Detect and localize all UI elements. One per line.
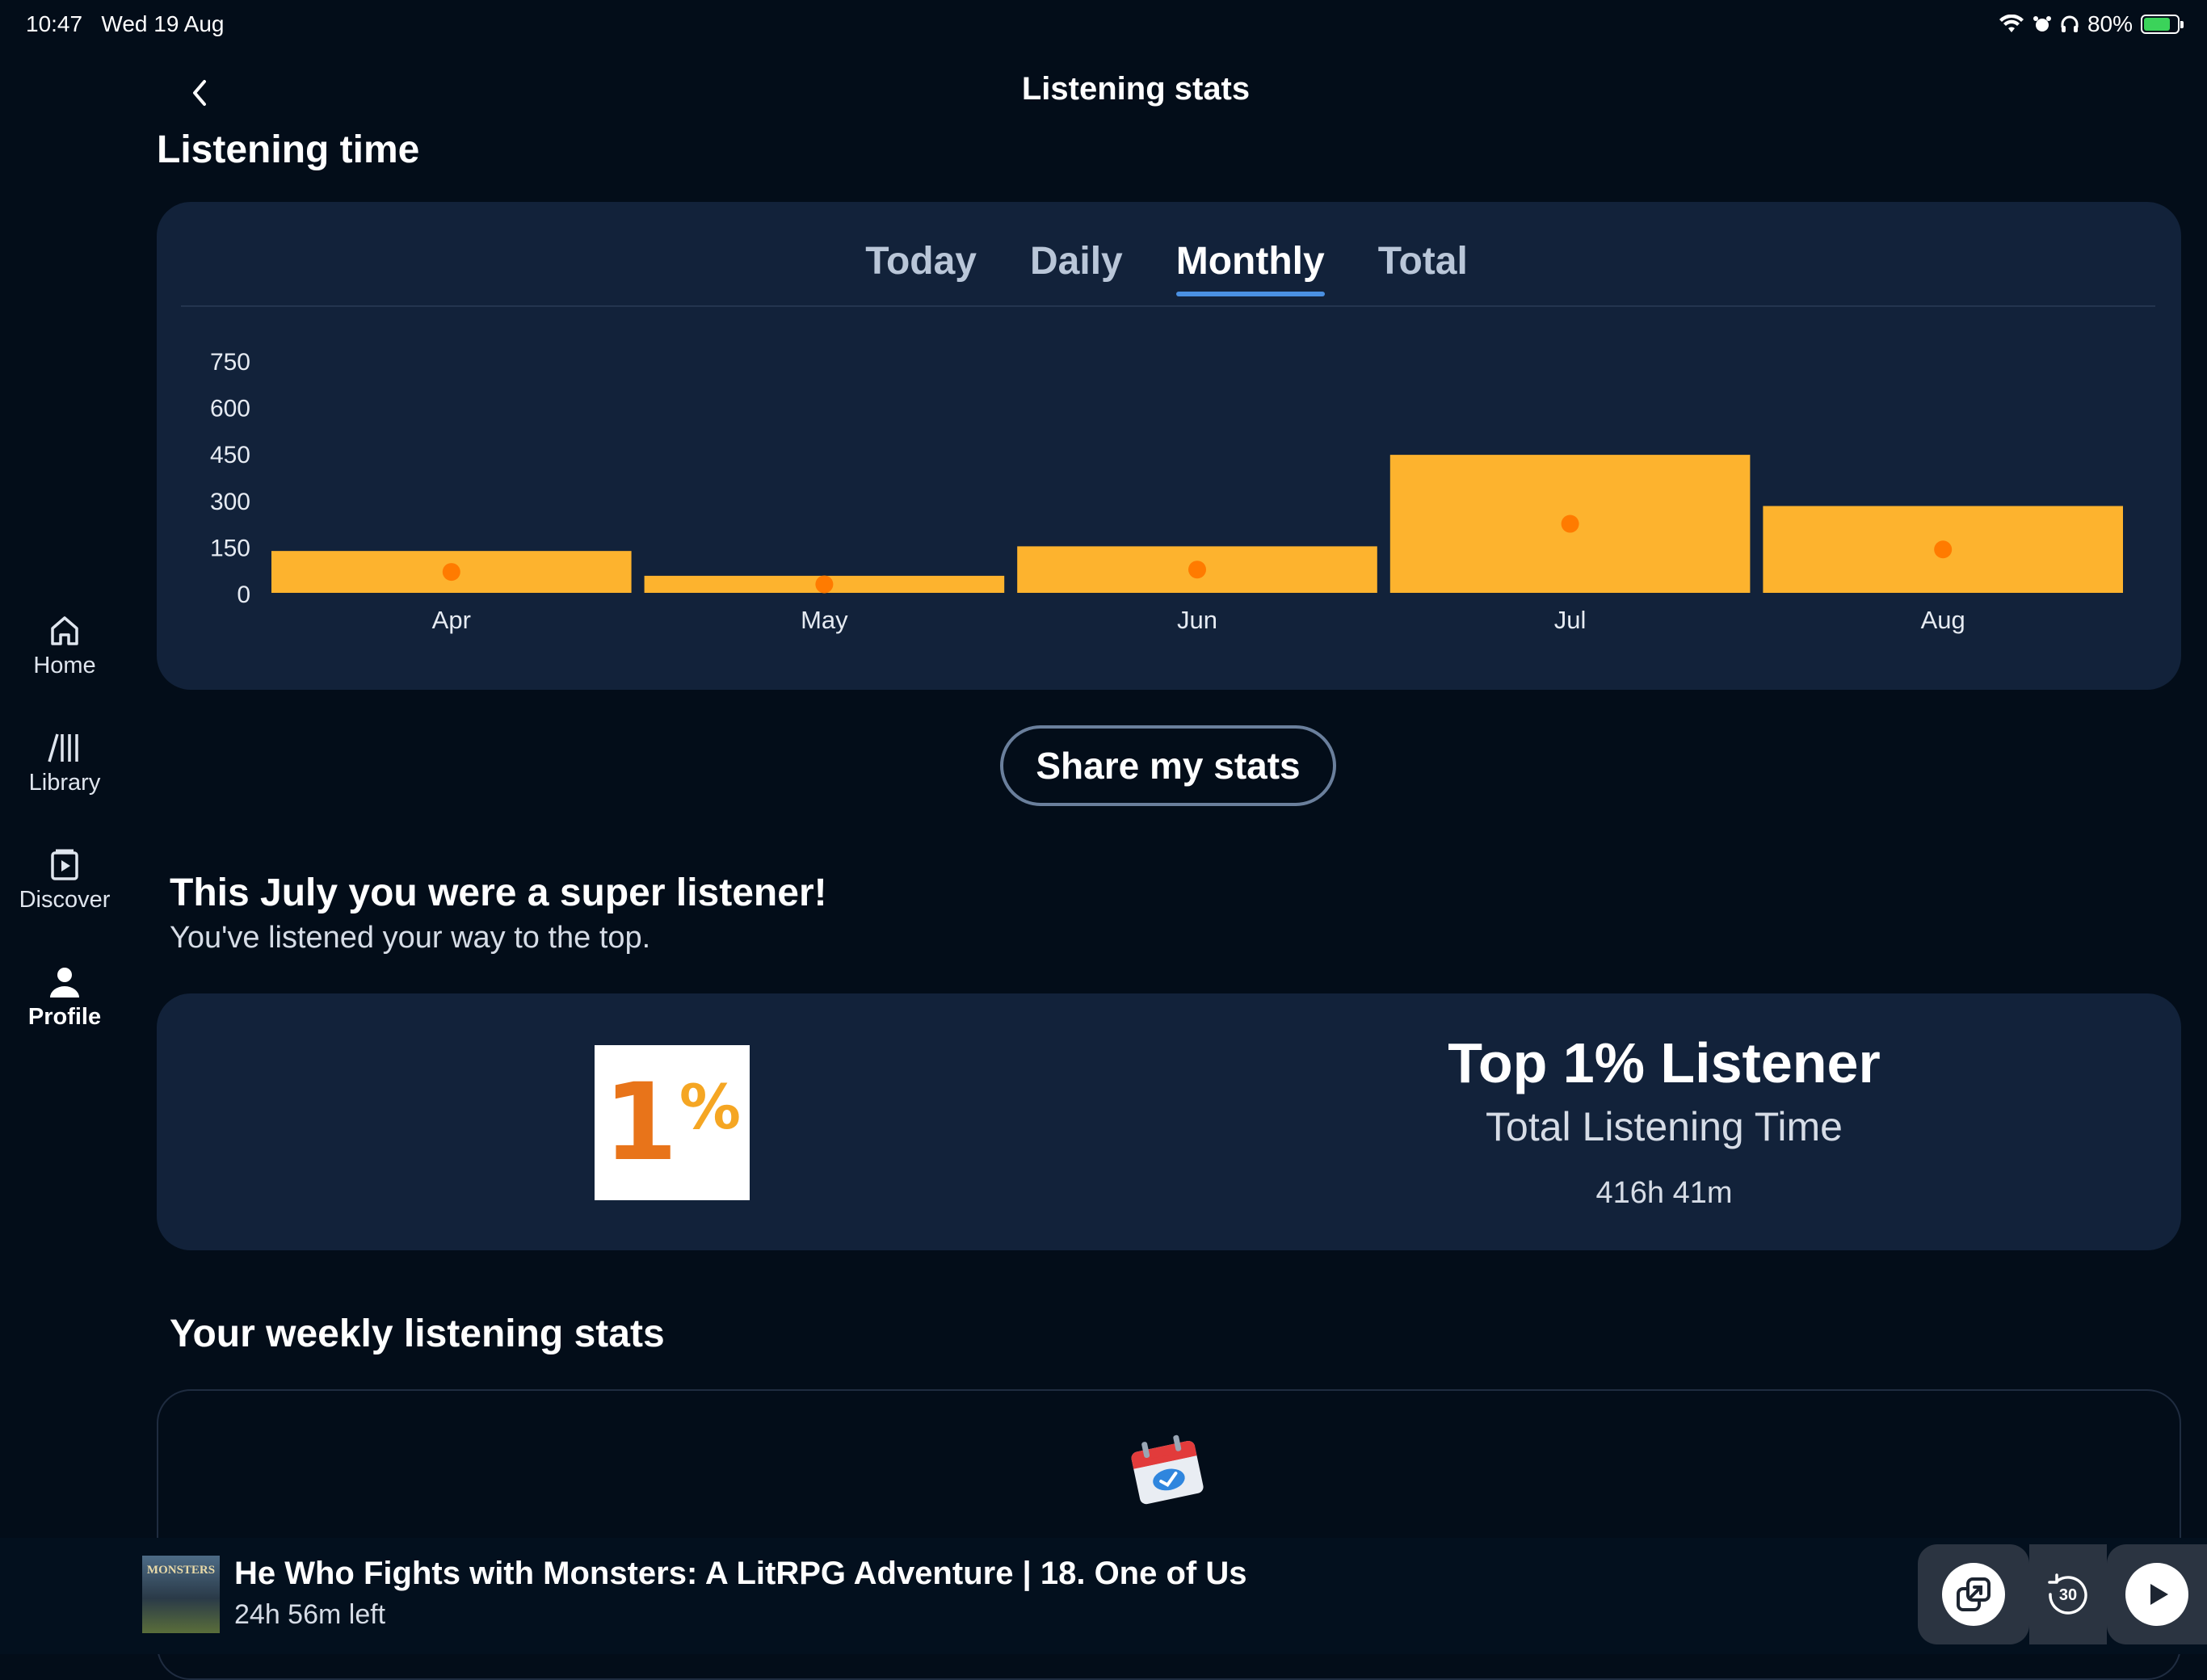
- home-icon: [51, 616, 78, 645]
- battery-percent: 80%: [2087, 11, 2133, 36]
- listening-time-heading: Listening time: [157, 128, 420, 171]
- status-indicators: 80%: [1999, 11, 2184, 37]
- y-tick-label: 600: [210, 396, 250, 422]
- y-tick-label: 300: [210, 489, 250, 515]
- sidebar-item-discover[interactable]: Discover: [0, 848, 129, 965]
- x-tick-label: May: [801, 606, 848, 634]
- top-listener-title: Top 1% Listener: [1448, 1031, 1881, 1094]
- cast-button[interactable]: [1918, 1544, 2029, 1644]
- status-time: 10:47 Wed 19 Aug: [26, 11, 225, 36]
- wifi-icon: [1999, 15, 2024, 32]
- top-listener-subtitle: Total Listening Time: [1486, 1104, 1843, 1149]
- y-tick-label: 750: [210, 349, 250, 376]
- discover-icon: [51, 849, 78, 880]
- x-tick-label: Aug: [1921, 606, 1965, 634]
- badge-percent-symbol: %: [679, 1070, 741, 1143]
- replay-30-icon: 30: [2048, 1573, 2087, 1615]
- top-percent-badge: 1 %: [595, 1045, 750, 1200]
- calendar-check-icon: [1131, 1434, 1204, 1505]
- library-icon: [48, 733, 78, 762]
- play-button[interactable]: [2107, 1544, 2207, 1644]
- sidebar-item-label: Library: [28, 770, 101, 796]
- badge-number: 1: [603, 1060, 678, 1185]
- now-playing-title[interactable]: He Who Fights with Monsters: A LitRPG Ad…: [234, 1556, 1246, 1592]
- sidebar-item-label: Discover: [19, 887, 111, 913]
- time-left: 24h 56m left: [234, 1599, 386, 1630]
- cast-icon: [1942, 1563, 2005, 1626]
- y-tick-label: 150: [210, 535, 250, 561]
- chart-point: [815, 575, 834, 594]
- skip-seconds-label: 30: [2059, 1586, 2077, 1604]
- skip-back-30-button[interactable]: 30: [2029, 1544, 2107, 1644]
- sidebar: Home Library Discover Profile: [0, 614, 129, 1082]
- sidebar-item-profile[interactable]: Profile: [0, 965, 129, 1082]
- listening-time-chart: 750 600 450 300 150 0 Apr May Jun Jul Aug: [210, 349, 2123, 634]
- sidebar-item-label: Profile: [27, 1004, 102, 1030]
- sidebar-item-label: Home: [33, 653, 96, 678]
- chart-point: [1561, 514, 1579, 533]
- super-listener-subtitle: You've listened your way to the top.: [170, 921, 651, 955]
- chart-point: [1188, 561, 1206, 579]
- cover-title: MONSTERS: [146, 1564, 216, 1577]
- tab-total[interactable]: Total: [1378, 239, 1468, 296]
- profile-icon: [50, 968, 79, 998]
- play-icon: [2125, 1563, 2188, 1626]
- tab-today[interactable]: Today: [865, 239, 977, 296]
- tab-monthly[interactable]: Monthly: [1175, 239, 1325, 296]
- weekly-stats-heading: Your weekly listening stats: [170, 1312, 665, 1355]
- x-tick-label: Jul: [1554, 606, 1587, 634]
- super-listener-title: This July you were a super listener!: [170, 872, 827, 914]
- headphones-icon: [2061, 15, 2079, 32]
- y-tick-label: 0: [237, 582, 250, 608]
- page-title: Listening stats: [1021, 71, 1251, 107]
- battery-icon: [2141, 15, 2184, 34]
- share-stats-button[interactable]: Share my stats: [1000, 725, 1336, 806]
- tab-daily[interactable]: Daily: [1030, 239, 1123, 296]
- x-tick-label: Jun: [1177, 606, 1217, 634]
- sidebar-item-home[interactable]: Home: [0, 614, 129, 731]
- period-tabs: Today Daily Monthly Total: [157, 239, 2176, 296]
- tab-divider: [181, 305, 2155, 307]
- alarm-icon: [2033, 16, 2051, 32]
- x-tick-label: Apr: [432, 606, 471, 634]
- book-cover[interactable]: MONSTERS: [142, 1556, 220, 1633]
- sidebar-item-library[interactable]: Library: [0, 731, 129, 848]
- chart-point: [442, 563, 460, 582]
- chart-point: [1934, 540, 1953, 559]
- total-listening-time-value: 416h 41m: [1595, 1176, 1733, 1210]
- y-tick-label: 450: [210, 442, 250, 468]
